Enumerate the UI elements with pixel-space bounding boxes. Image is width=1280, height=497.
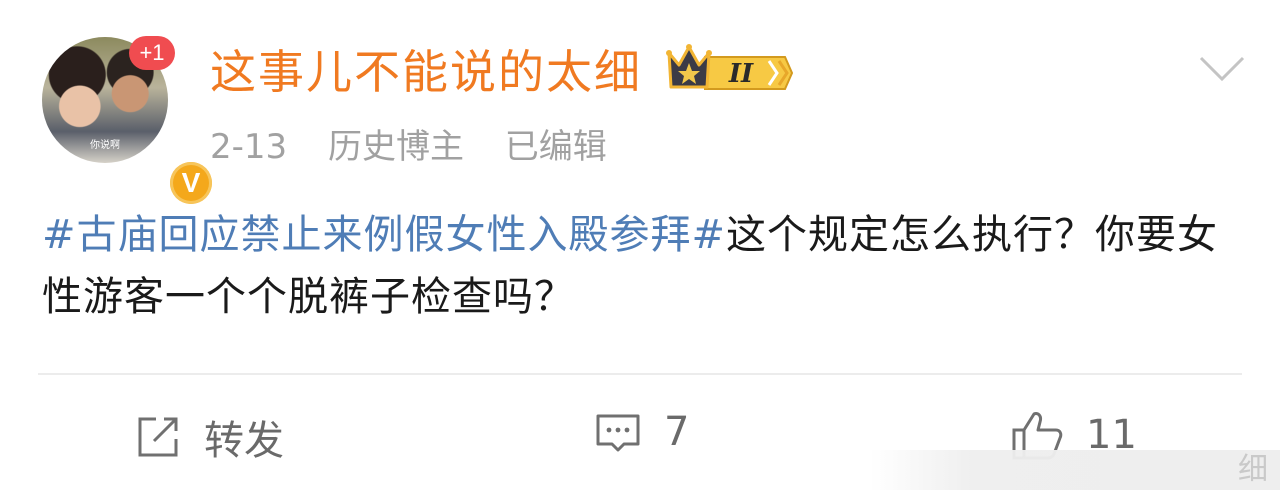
verified-badge: V	[166, 158, 216, 208]
notification-badge: +1	[129, 36, 175, 70]
repost-icon	[138, 417, 178, 457]
post-content: #古庙回应禁止来例假女性入殿参拜#这个规定怎么执行？你要女性游客一个个脱裤子检查…	[42, 204, 1232, 328]
repost-button[interactable]: 转发	[134, 408, 284, 466]
comment-icon	[596, 414, 640, 452]
chevron-down-icon[interactable]	[1198, 54, 1246, 88]
post-date: 2-13	[210, 127, 288, 167]
divider	[38, 373, 1242, 375]
avatar-caption: 你说啊	[90, 140, 120, 151]
user-category: 历史博主	[327, 127, 464, 167]
topic-link[interactable]: #古庙回应禁止来例假女性入殿参拜#	[42, 212, 726, 258]
repost-label: 转发	[204, 418, 284, 464]
comment-button[interactable]: 7	[594, 408, 689, 456]
level-label: II	[728, 59, 754, 89]
username[interactable]: 这事儿不能说的太细	[210, 44, 642, 100]
edited-label[interactable]: 已编辑	[505, 127, 607, 167]
watermark: 细	[870, 450, 1280, 490]
comment-count: 7	[664, 409, 690, 455]
post-meta: 2-13 历史博主 已编辑	[210, 124, 637, 170]
crown-level-icon[interactable]: II	[665, 43, 794, 99]
verified-badge-label: V	[170, 162, 212, 204]
